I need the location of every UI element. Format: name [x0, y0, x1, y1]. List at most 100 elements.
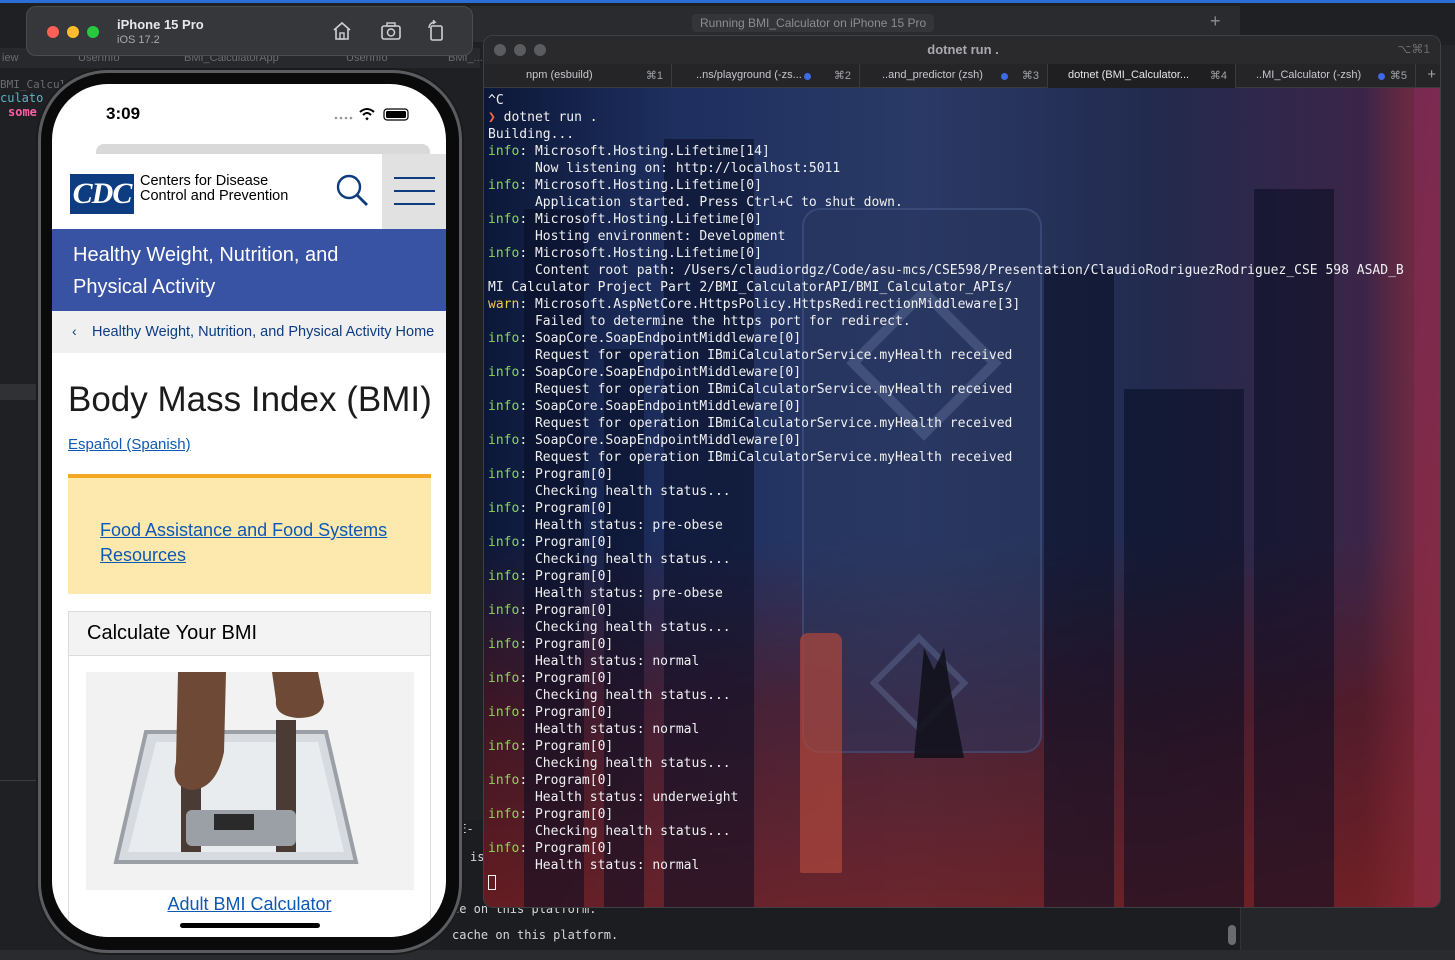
terminal-window: dotnet run . ⌥⌘1 npm (esbuild) ⌘1 ..ns/p… — [483, 35, 1441, 908]
card-header: Calculate Your BMI — [69, 612, 430, 656]
food-assistance-link[interactable]: Food Assistance and Food Systems Resourc… — [100, 518, 400, 568]
terminal-tab[interactable]: ..and_predictor (zsh) ⌘3 — [860, 64, 1048, 88]
new-tab-icon[interactable]: + — [1427, 66, 1436, 83]
terminal-line: Health status: pre-obese — [488, 518, 723, 533]
search-icon[interactable] — [334, 172, 370, 208]
scale-image[interactable] — [86, 672, 414, 890]
home-icon[interactable] — [331, 20, 353, 42]
iphone-screen: 3:09 CDC Centers for Disease Control and… — [52, 84, 446, 937]
terminal-titlebar: dotnet run . ⌥⌘1 — [484, 36, 1440, 64]
terminal-line: Request for operation IBmiCalculatorServ… — [488, 382, 1013, 397]
org-name-line: Centers for Disease — [140, 173, 269, 189]
adult-bmi-calculator-link[interactable]: Adult BMI Calculator — [69, 894, 430, 915]
terminal-line: Health status: normal — [488, 722, 700, 737]
terminal-cursor[interactable] — [488, 875, 496, 890]
terminal-line: info: Microsoft.Hosting.Lifetime[14] — [488, 144, 770, 159]
xcode-divider — [0, 780, 40, 810]
status-time: 3:09 — [106, 104, 141, 123]
xcode-top-accent — [0, 0, 1455, 3]
home-indicator[interactable] — [180, 923, 320, 928]
breadcrumb[interactable]: ‹ Healthy Weight, Nutrition, and Physica… — [52, 311, 446, 353]
log-level-tag: info — [488, 144, 520, 159]
terminal-line: info: Microsoft.Hosting.Lifetime[0] — [488, 178, 762, 193]
xcode-highlight-line — [0, 384, 40, 400]
terminal-tab-bar: npm (esbuild) ⌘1 ..ns/playground (-zs...… — [484, 64, 1440, 88]
terminal-line: Request for operation IBmiCalculatorServ… — [488, 450, 1013, 465]
console-scrollbar[interactable] — [1228, 925, 1236, 945]
log-level-tag: info — [488, 739, 520, 754]
banner-title[interactable]: Healthy Weight, Nutrition, and Physical … — [73, 239, 413, 303]
terminal-line: info: Program[0] — [488, 535, 614, 550]
terminal-line: Content root path: /Users/claudiordgz/Co… — [488, 263, 1404, 278]
add-tab-icon[interactable]: + — [1210, 11, 1221, 32]
terminal-line: Health status: pre-obese — [488, 586, 723, 601]
tab-label: npm (esbuild) — [526, 69, 593, 81]
terminal-line: MI Calculator Project Part 2/BMI_Calcula… — [488, 280, 1013, 295]
close-button[interactable] — [47, 26, 59, 38]
hamburger-icon-line — [394, 203, 435, 205]
cdc-header: CDC Centers for Disease Control and Prev… — [52, 154, 446, 229]
tab-shortcut: ⌘3 — [1021, 70, 1039, 82]
tab-label: ..ns/playground (-zs... — [696, 69, 802, 81]
tab-shortcut: ⌘4 — [1209, 70, 1227, 82]
chevron-left-icon: ‹ — [72, 323, 77, 339]
card-title: Calculate Your BMI — [87, 622, 258, 644]
log-level-tag: info — [488, 212, 520, 227]
terminal-line: Checking health status... — [488, 688, 731, 703]
minimize-button[interactable] — [67, 26, 79, 38]
rotate-icon[interactable] — [425, 20, 447, 42]
activity-dot-icon — [1378, 73, 1385, 80]
terminal-line: info: Program[0] — [488, 603, 614, 618]
log-level-tag: info — [488, 399, 520, 414]
terminal-line: Checking health status... — [488, 484, 731, 499]
log-level-tag: info — [488, 569, 520, 584]
terminal-line: info: SoapCore.SoapEndpointMiddleware[0] — [488, 365, 802, 380]
os-version: iOS 17.2 — [117, 34, 160, 46]
alert-box: Food Assistance and Food Systems Resourc… — [68, 474, 431, 594]
terminal-line: Health status: underweight — [488, 790, 739, 805]
logo-text: CDC — [72, 177, 133, 210]
terminal-line: Checking health status... — [488, 824, 731, 839]
xcode-tab[interactable]: iew — [2, 52, 19, 64]
cdc-logo[interactable]: CDC — [70, 174, 134, 214]
log-level-tag: info — [488, 807, 520, 822]
terminal-line: Checking health status... — [488, 756, 731, 771]
terminal-line: Hosting environment: Development — [488, 229, 786, 244]
tab-label: ..and_predictor (zsh) — [882, 69, 983, 81]
terminal-line: info: SoapCore.SoapEndpointMiddleware[0] — [488, 433, 802, 448]
screenshot-icon[interactable] — [380, 20, 402, 42]
device-name: iPhone 15 Pro — [117, 17, 204, 32]
terminal-line: info: SoapCore.SoapEndpointMiddleware[0] — [488, 399, 802, 414]
hamburger-icon-line — [394, 190, 435, 192]
terminal-line: info: Program[0] — [488, 637, 614, 652]
log-level-tag: info — [488, 246, 520, 261]
zoom-button[interactable] — [87, 26, 99, 38]
log-level-tag: info — [488, 841, 520, 856]
terminal-tab[interactable]: npm (esbuild) ⌘1 — [484, 64, 672, 88]
terminal-line: Now listening on: http://localhost:5011 — [488, 161, 841, 176]
log-level-tag: info — [488, 535, 520, 550]
breadcrumb-link[interactable]: Healthy Weight, Nutrition, and Physical … — [92, 324, 434, 340]
bmi-calculator-card: Calculate Your BMI Adult BMI Calculator — [68, 611, 431, 937]
language-link[interactable]: Español (Spanish) — [68, 436, 191, 453]
menu-button[interactable] — [382, 154, 446, 229]
log-level-tag: info — [488, 467, 520, 482]
terminal-line: info: Program[0] — [488, 705, 614, 720]
log-level-tag: info — [488, 603, 520, 618]
terminal-line: warn: Microsoft.AspNetCore.HttpsPolicy.H… — [488, 297, 1021, 312]
terminal-line: info: Program[0] — [488, 569, 614, 584]
terminal-tab[interactable]: ..MI_Calculator (-zsh) ⌘5 — [1236, 64, 1416, 88]
status-icons — [334, 108, 409, 121]
simulator-toolbar: iPhone 15 Pro iOS 17.2 — [26, 6, 473, 56]
terminal-line: Request for operation IBmiCalculatorServ… — [488, 348, 1013, 363]
tab-label: dotnet (BMI_Calculator... — [1068, 69, 1190, 81]
tab-shortcut: ⌘1 — [645, 70, 663, 82]
terminal-line: Application started. Press Ctrl+C to shu… — [488, 195, 903, 210]
code-line: BMI_Calcul — [0, 78, 67, 91]
org-name-line: Control and Prevention — [140, 188, 289, 204]
terminal-tab[interactable]: ..ns/playground (-zs... ⌘2 — [672, 64, 860, 88]
terminal-line: Failed to determine the https port for r… — [488, 314, 911, 329]
terminal-tab-active[interactable]: dotnet (BMI_Calculator... ⌘4 — [1048, 64, 1236, 88]
terminal-line: Checking health status... — [488, 620, 731, 635]
terminal-body[interactable]: ^C ❯ dotnet run . Building... info: Microso… — [484, 88, 1440, 907]
